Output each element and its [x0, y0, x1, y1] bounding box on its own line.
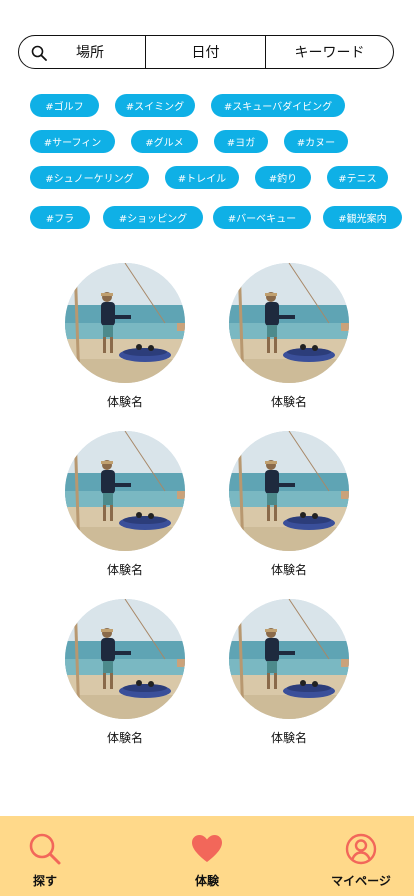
nav-search[interactable]: 探す — [0, 832, 90, 889]
tag-golf[interactable]: #ゴルフ — [30, 94, 99, 117]
experience-card[interactable]: 体験名 — [55, 263, 195, 410]
tag-swimming[interactable]: #スイミング — [115, 94, 195, 117]
tag-barbecue[interactable]: #バーベキュー — [213, 206, 311, 229]
tag-label: #スキューバダイビング — [223, 102, 333, 113]
tag-surfing[interactable]: #サーフィン — [30, 130, 115, 153]
place-filter-button[interactable]: 場所 — [19, 36, 146, 68]
tag-shopping[interactable]: #ショッピング — [103, 206, 203, 229]
tag-label: #スイミング — [125, 102, 185, 113]
experience-card[interactable]: 体験名 — [219, 431, 359, 578]
nav-mypage[interactable]: マイページ — [316, 832, 406, 889]
bottom-nav: 探す 体験 マイページ — [0, 816, 414, 896]
tag-canoe[interactable]: #カヌー — [284, 130, 348, 153]
date-filter-label: 日付 — [191, 45, 220, 61]
search-icon — [29, 833, 61, 865]
experience-image — [65, 431, 185, 551]
tag-trail[interactable]: #トレイル — [165, 166, 239, 189]
tag-tennis[interactable]: #テニス — [327, 166, 388, 189]
tag-label: #サーフィン — [43, 138, 102, 149]
user-icon — [345, 833, 377, 865]
search-icon — [31, 45, 47, 61]
experience-name: 体験名 — [270, 731, 307, 745]
experience-image — [229, 599, 349, 719]
experience-name: 体験名 — [270, 395, 307, 409]
tag-label: #テニス — [338, 174, 377, 185]
tag-label: #ショッピング — [118, 214, 188, 225]
experience-name: 体験名 — [106, 731, 143, 745]
tag-label: #ヨガ — [226, 138, 256, 149]
experience-image — [229, 263, 349, 383]
tag-label: #バーベキュー — [227, 214, 297, 225]
experience-card[interactable]: 体験名 — [219, 263, 359, 410]
tag-label: #釣り — [268, 174, 298, 185]
heart-icon — [192, 835, 222, 862]
tag-label: #フラ — [45, 214, 75, 225]
tag-label: #グルメ — [145, 138, 184, 149]
search-bar: 場所 日付 キーワード — [18, 35, 394, 69]
experience-image — [229, 431, 349, 551]
tag-gourmet[interactable]: #グルメ — [131, 130, 198, 153]
keyword-filter-label: キーワード — [294, 45, 365, 61]
tag-yoga[interactable]: #ヨガ — [214, 130, 268, 153]
nav-mypage-label: マイページ — [331, 874, 391, 888]
tag-label: #シュノーケリング — [45, 174, 134, 185]
place-filter-label: 場所 — [76, 45, 104, 61]
app-screen: 場所 日付 キーワード #ゴルフ #スイミング #スキューバダイビング #サーフ… — [0, 0, 414, 896]
tag-sightseeing-guide[interactable]: #観光案内 — [323, 206, 402, 229]
date-filter-button[interactable]: 日付 — [146, 36, 266, 68]
tag-label: #カヌー — [296, 138, 336, 149]
tag-scuba-diving[interactable]: #スキューバダイビング — [211, 94, 345, 117]
experience-card[interactable]: 体験名 — [55, 431, 195, 578]
nav-experience-label: 体験 — [194, 874, 219, 888]
tag-hula[interactable]: #フラ — [30, 206, 90, 229]
experience-card[interactable]: 体験名 — [55, 599, 195, 746]
tag-label: #トレイル — [177, 174, 227, 185]
tag-snorkeling[interactable]: #シュノーケリング — [30, 166, 149, 189]
experience-name: 体験名 — [106, 395, 143, 409]
experience-name: 体験名 — [270, 563, 307, 577]
nav-experience[interactable]: 体験 — [162, 832, 252, 889]
nav-search-label: 探す — [32, 874, 57, 888]
keyword-filter-button[interactable]: キーワード — [266, 36, 393, 68]
experience-image — [65, 599, 185, 719]
tag-fishing[interactable]: #釣り — [255, 166, 311, 189]
experience-image — [65, 263, 185, 383]
tag-label: #観光案内 — [338, 214, 387, 225]
experience-card[interactable]: 体験名 — [219, 599, 359, 746]
tag-label: #ゴルフ — [45, 102, 84, 113]
experience-name: 体験名 — [106, 563, 143, 577]
